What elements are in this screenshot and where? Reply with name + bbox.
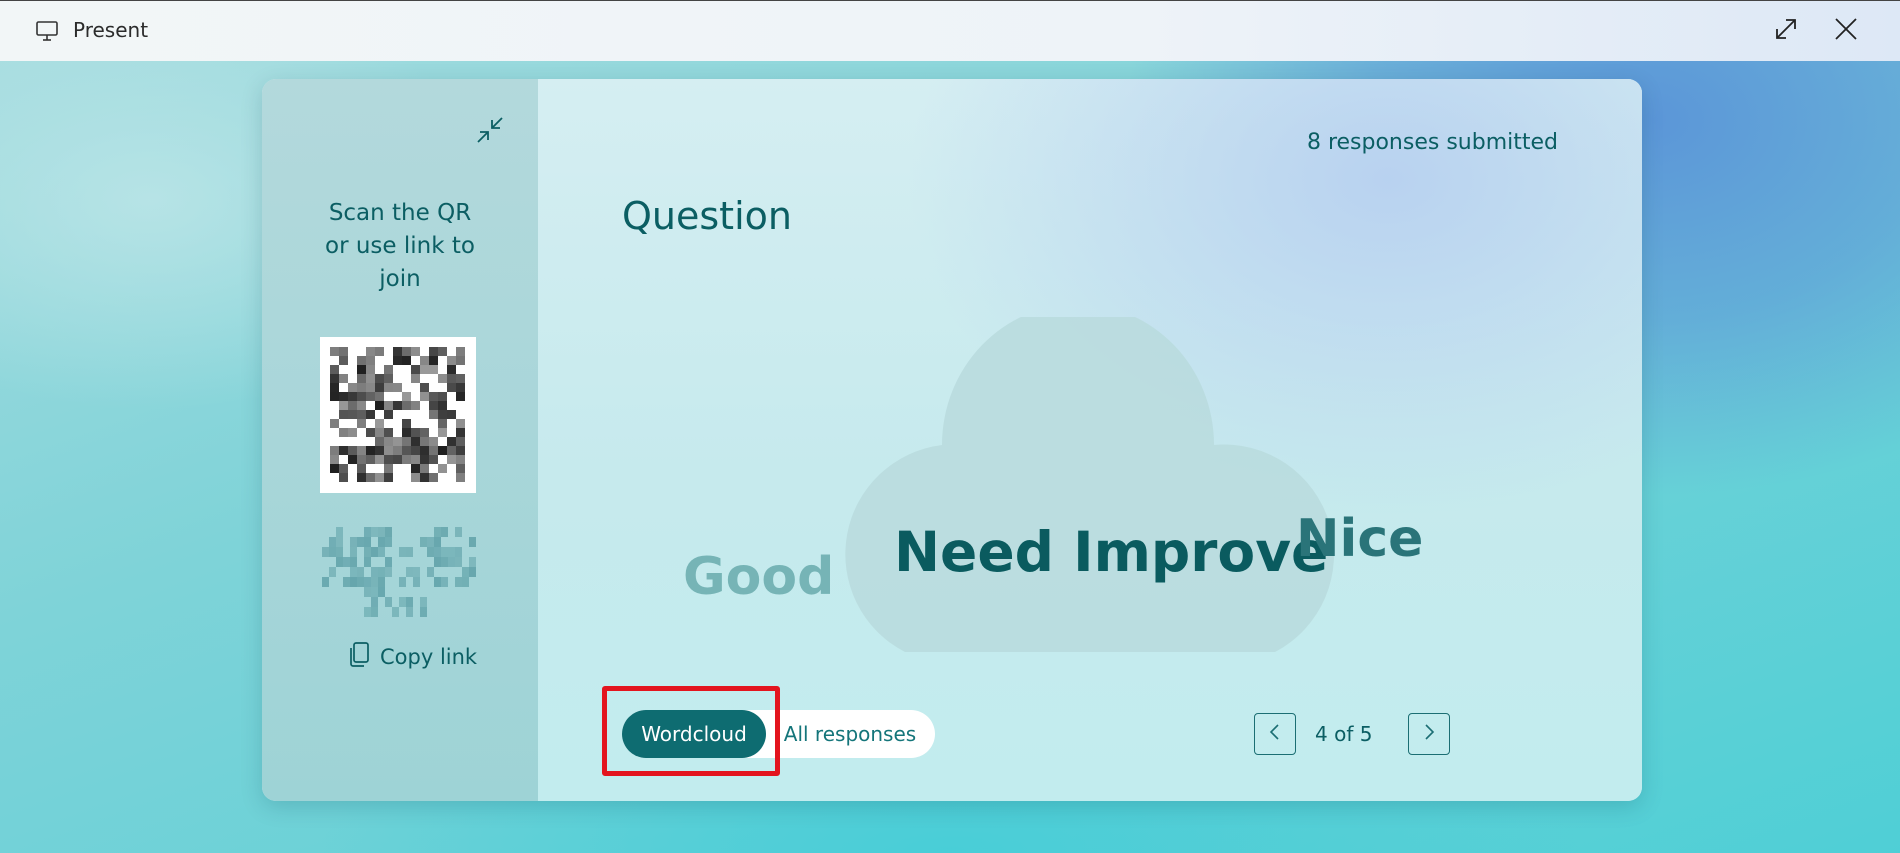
chevron-right-icon [1421,723,1437,745]
join-text-line: join [379,266,421,292]
collapse-sidebar-button[interactable] [474,114,506,146]
next-question-button[interactable] [1408,713,1450,755]
view-toggle: Wordcloud All responses [622,710,935,758]
collapse-icon [474,117,506,150]
copy-icon [348,641,370,673]
qr-code [314,331,482,499]
cloud-shape [845,317,1334,652]
previous-question-button[interactable] [1254,713,1296,755]
join-text-line: Scan the QR [328,200,472,226]
copy-link-label: Copy link [380,645,478,669]
close-button[interactable] [1830,15,1862,47]
wordcloud-word: Good [683,547,835,607]
expand-diagonal-icon [1773,16,1799,46]
wordcloud-word: Nice [1296,509,1424,569]
responses-count: 8 responses submitted [1306,130,1558,155]
wordcloud-word: Need Improve [894,520,1329,584]
results-panel: 8 responses submitted Question Good Need… [538,79,1642,801]
join-instructions: Scan the QR or use link to join [282,197,518,296]
all-responses-tab[interactable]: All responses [770,710,930,758]
presentation-monitor-icon [35,20,59,42]
close-icon [1833,16,1859,46]
join-text-line: or use link to [325,233,475,259]
page-indicator: 4 of 5 [1315,722,1373,746]
copy-link-button[interactable]: Copy link [348,641,478,673]
presentation-card: Scan the QR or use link to join Copy lin… [262,79,1642,801]
title-bar: Present [0,0,1900,61]
expand-button[interactable] [1770,15,1802,47]
wordcloud-tab[interactable]: Wordcloud [622,710,766,758]
join-link-obscured [322,527,478,619]
window-title: Present [73,18,149,42]
join-sidebar: Scan the QR or use link to join Copy lin… [262,79,538,801]
chevron-left-icon [1267,723,1283,745]
question-title: Question [622,194,792,238]
